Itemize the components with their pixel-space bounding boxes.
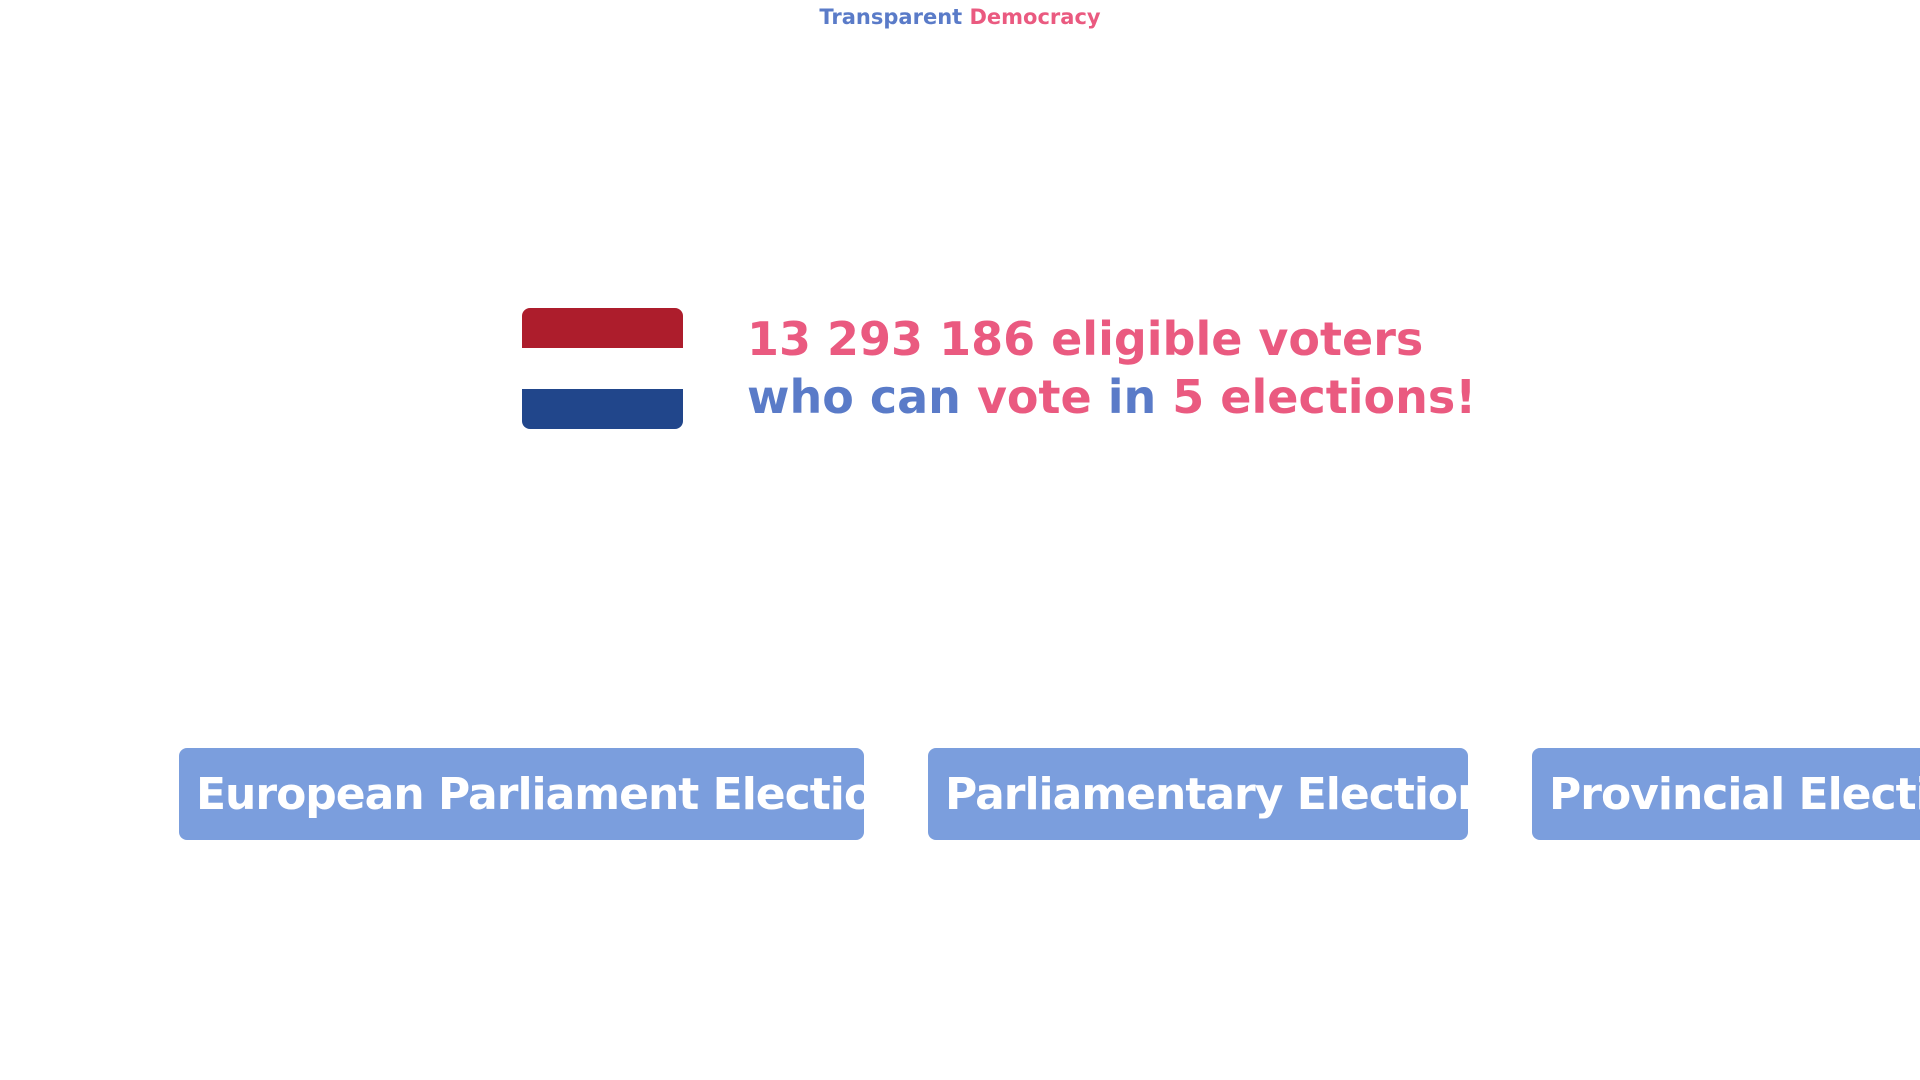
hero-section: 13 293 186 eligible voters who can vote … (522, 308, 1476, 429)
provincial-elections-button[interactable]: Provincial Elections (1532, 748, 1920, 840)
logo-word-democracy: Democracy (969, 5, 1101, 29)
flag-stripe-red (522, 308, 683, 349)
elections-list: European Parliament Elections Parliament… (179, 748, 1920, 840)
page: Transparent Democracy 13 293 186 eligibl… (0, 0, 1920, 1080)
site-logo[interactable]: Transparent Democracy (0, 2, 1920, 32)
headline-who-can: who can (747, 369, 977, 424)
elections-count-line: who can vote in 5 elections! (747, 368, 1476, 426)
flag-stripe-blue (522, 388, 683, 429)
logo-word-transparent: Transparent (819, 5, 963, 29)
parliamentary-elections-button[interactable]: Parliamentary Elections (928, 748, 1514, 840)
hero-headline: 13 293 186 eligible voters who can vote … (747, 310, 1476, 426)
headline-elections-count: 5 elections! (1172, 369, 1477, 424)
eligible-voters-line: 13 293 186 eligible voters (747, 311, 1424, 366)
european-parliament-elections-button[interactable]: European Parliament Elections (179, 748, 930, 840)
headline-vote: vote (976, 369, 1108, 424)
netherlands-flag-icon (522, 308, 683, 429)
headline-in: in (1107, 369, 1173, 424)
flag-stripe-white (522, 348, 683, 389)
